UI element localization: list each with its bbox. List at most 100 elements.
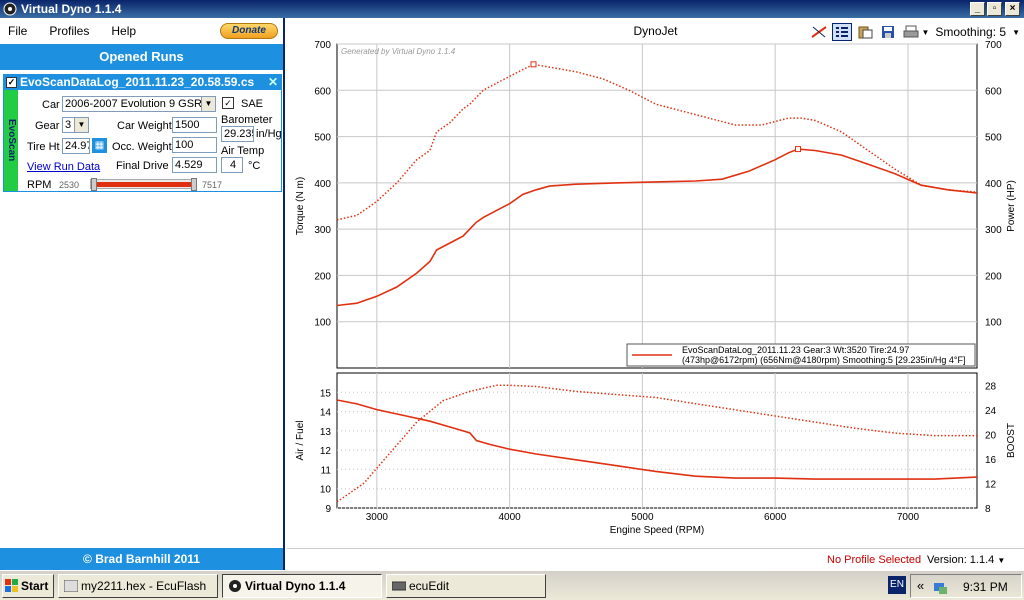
maximize-button[interactable]: ▫: [987, 2, 1002, 16]
tray-expand-icon[interactable]: «: [917, 578, 924, 593]
afr-boost-chart: 3000 4000 5000 6000 7000 9 10 11 12 13 14 15 8 12 16 20…: [295, 372, 1017, 536]
final-drive-input[interactable]: 4.529: [172, 157, 217, 173]
y2-axis-label: BOOST: [1006, 423, 1017, 458]
barometer-input[interactable]: 29.235: [221, 126, 254, 142]
occ-weight-label: Occ. Weight: [112, 141, 172, 153]
close-run-icon[interactable]: ✕: [268, 75, 278, 90]
task-virtual-dyno-label: Virtual Dyno 1.1.4: [245, 579, 346, 593]
menu-profiles[interactable]: Profiles: [49, 24, 89, 38]
window-title: Virtual Dyno 1.1.4: [21, 2, 122, 16]
air-temp-input[interactable]: 4: [221, 157, 243, 173]
rpm-slider-max-handle[interactable]: [191, 178, 197, 191]
car-value: 2006-2007 Evolution 9 GSR: [65, 98, 202, 110]
x-axis-label: Engine Speed (RPM): [610, 525, 705, 536]
run-name: EvoScanDataLog_2011.11.23_20.58.59.cs: [20, 75, 255, 89]
x-tick-label: 7000: [897, 512, 920, 523]
tire-input[interactable]: 24.97: [62, 138, 90, 154]
car-weight-input[interactable]: 1500: [172, 117, 217, 133]
legend-line-1: EvoScanDataLog_2011.11.23 Gear:3 Wt:3520…: [682, 345, 909, 355]
view-run-data-link[interactable]: View Run Data: [27, 161, 100, 173]
gear-label: Gear: [35, 120, 60, 132]
task-virtual-dyno[interactable]: Virtual Dyno 1.1.4: [222, 574, 382, 598]
clock: 9:31 PM: [963, 580, 1008, 594]
y2-tick-label: 12: [985, 479, 997, 490]
y-axis-label: Air / Fuel: [295, 420, 306, 460]
status-bar: No Profile Selected Version: 1.1.4 ▼: [287, 548, 1024, 570]
rpm-slider-min-handle[interactable]: [91, 178, 97, 191]
y2-tick-label: 8: [985, 504, 991, 515]
x-tick-label: 4000: [498, 512, 521, 523]
occ-weight-input[interactable]: 100: [172, 137, 217, 153]
title-bar[interactable]: Virtual Dyno 1.1.4 _ ▫ ×: [0, 0, 1024, 18]
y2-tick-label: 100: [985, 318, 1002, 329]
task-ecuedit-label: ecuEdit: [409, 579, 450, 593]
ecuflash-icon: [64, 580, 78, 592]
menu-help[interactable]: Help: [111, 24, 136, 38]
y2-axis-label: Power (HP): [1006, 180, 1017, 232]
network-icon[interactable]: [933, 579, 949, 595]
app-icon: [3, 2, 17, 16]
sae-checkbox[interactable]: ✓: [222, 97, 234, 109]
y-tick-label: 500: [314, 133, 331, 144]
rpm-slider-range: [97, 182, 191, 187]
y2-tick-label: 16: [985, 455, 997, 466]
car-label: Car: [42, 99, 60, 111]
rpm-label: RPM: [27, 179, 52, 191]
rpm-slider[interactable]: [90, 178, 197, 191]
run-checkbox[interactable]: ✓: [6, 77, 17, 88]
run-panel: ✓ EvoScanDataLog_2011.11.23_20.58.59.cs …: [3, 74, 282, 192]
app-window: Virtual Dyno 1.1.4 _ ▫ × File Profiles H…: [0, 0, 1024, 570]
air-temp-unit: °C: [248, 160, 261, 172]
task-ecuflash-label: my2211.hex - EcuFlash: [81, 579, 207, 593]
close-button[interactable]: ×: [1005, 2, 1020, 16]
left-panel: File Profiles Help Donate Opened Runs ✓ …: [0, 18, 285, 570]
language-indicator[interactable]: EN: [888, 576, 906, 594]
y2-tick-label: 24: [985, 406, 997, 417]
menu-file[interactable]: File: [8, 24, 27, 38]
evoscan-tab[interactable]: EvoScan: [4, 90, 18, 191]
system-tray: « 9:31 PM: [910, 574, 1022, 598]
version-label: Version: 1.1.4: [927, 554, 995, 566]
y2-tick-label: 28: [985, 381, 997, 392]
version-status[interactable]: Version: 1.1.4 ▼: [927, 554, 1005, 566]
plot-frame: [336, 372, 978, 509]
y2-tick-label: 700: [985, 40, 1002, 51]
tire-label: Tire Ht: [27, 141, 60, 153]
y-tick-label: 15: [320, 388, 332, 399]
y-tick-label: 14: [320, 408, 332, 419]
sae-label: SAE: [241, 98, 264, 110]
y-tick-label: 200: [314, 271, 331, 282]
ecuedit-icon: [392, 581, 406, 591]
opened-runs-header: Opened Runs: [0, 44, 283, 70]
barometer-unit: in/Hg: [256, 128, 282, 140]
x-tick-label: 5000: [631, 512, 654, 523]
donate-button[interactable]: Donate: [220, 23, 278, 39]
gear-select[interactable]: 3 ▼: [62, 117, 89, 133]
y2-tick-label: 500: [985, 133, 1002, 144]
final-drive-label: Final Drive: [116, 160, 169, 172]
y-tick-label: 10: [320, 485, 332, 496]
calculator-icon[interactable]: ▦: [92, 138, 107, 153]
chevron-down-icon: ▼: [997, 556, 1006, 565]
y2-tick-label: 20: [985, 430, 997, 441]
copyright-bar: © Brad Barnhill 2011: [0, 548, 283, 570]
peak-marker: [795, 146, 802, 153]
task-ecuflash[interactable]: my2211.hex - EcuFlash: [58, 574, 218, 598]
gear-value: 3: [65, 119, 72, 131]
chevron-down-icon: ▼: [201, 97, 215, 111]
rpm-max: 7517: [202, 180, 223, 190]
task-ecuedit[interactable]: ecuEdit: [386, 574, 546, 598]
y-tick-label: 9: [325, 504, 331, 515]
torque-power-chart: 100 200 300 400 500 600 700 100 200 300 400 500 600 7…: [295, 40, 1017, 369]
y2-tick-label: 600: [985, 86, 1002, 97]
car-select[interactable]: 2006-2007 Evolution 9 GSR ▼: [62, 96, 216, 112]
peak-marker: [530, 61, 537, 68]
chart-area: DynoJet ▼ Smoothing: 5 ▼ 100 200 300 400 500…: [287, 18, 1024, 570]
x-tick-label: 3000: [366, 512, 389, 523]
start-label: Start: [21, 579, 49, 593]
minimize-button[interactable]: _: [970, 2, 985, 16]
chevron-down-icon: ▼: [74, 118, 88, 132]
y-tick-label: 600: [314, 86, 331, 97]
air-temp-label: Air Temp: [221, 145, 265, 157]
car-weight-label: Car Weight: [117, 120, 172, 132]
